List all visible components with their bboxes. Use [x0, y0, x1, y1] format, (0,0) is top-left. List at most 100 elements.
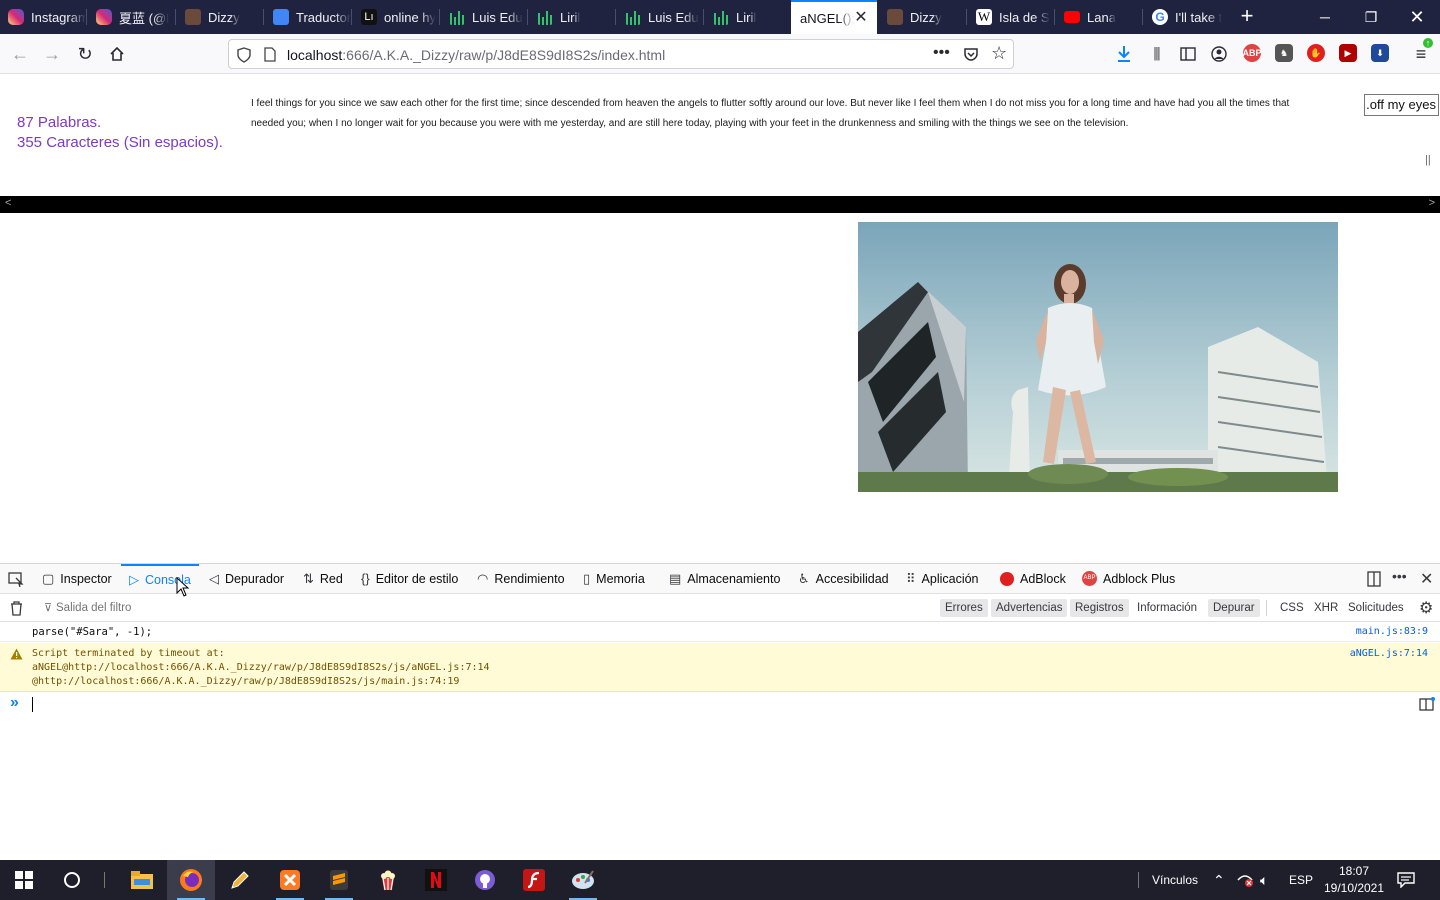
- adblock-extension-icon[interactable]: ✋: [1307, 44, 1325, 62]
- pocket-icon[interactable]: [963, 46, 979, 62]
- tab-almacenamiento[interactable]: ▤ Almacenamiento: [669, 564, 780, 593]
- filter-informacion[interactable]: Información: [1132, 599, 1202, 617]
- editor-mode-icon[interactable]: [1419, 697, 1435, 712]
- sublime-text-icon[interactable]: [315, 860, 363, 900]
- reload-icon[interactable]: ↻: [73, 42, 97, 66]
- popcorn-app-icon[interactable]: [364, 860, 412, 900]
- new-tab-plus-icon[interactable]: +: [1236, 5, 1258, 27]
- tab-adblock-plus[interactable]: ABP Adblock Plus: [1082, 564, 1175, 593]
- filter-xhr[interactable]: XHR: [1309, 599, 1343, 617]
- memory-icon: ▯: [583, 570, 591, 586]
- log-source-link[interactable]: main.js:83:9: [1356, 626, 1428, 637]
- tab-instagram-2[interactable]: 夏蓝 (@l: [88, 0, 174, 34]
- tab-memoria[interactable]: ▯ Memoria: [583, 564, 645, 593]
- search-circle-icon[interactable]: [48, 860, 96, 900]
- filter-errores[interactable]: Errores: [940, 599, 988, 617]
- horizontal-scroll-bar[interactable]: < >: [0, 196, 1440, 213]
- tab-angel-active[interactable]: aNGEL(); ✕: [791, 0, 877, 34]
- filter-advertencias[interactable]: Advertencias: [991, 599, 1068, 617]
- tab-instagram[interactable]: Instagram: [0, 0, 86, 34]
- account-icon[interactable]: [1211, 46, 1227, 62]
- tab-editor-de-estilo[interactable]: {} Editor de estilo: [361, 564, 458, 593]
- trash-icon[interactable]: [10, 601, 23, 616]
- library-icon[interactable]: ⫼: [1145, 42, 1169, 66]
- windows-start-icon[interactable]: [0, 860, 48, 900]
- tab-luis-edu-2[interactable]: Luis Edu: [617, 0, 703, 34]
- tab-liril[interactable]: Liril: [529, 0, 615, 34]
- gauge-icon: ◠: [477, 570, 489, 586]
- web-page-content: 87 Palabras. 355 Caracteres (Sin espacio…: [0, 74, 1440, 563]
- download-extension-icon[interactable]: ⬇: [1371, 44, 1389, 62]
- warning-source-link[interactable]: aNGEL.js:7:14: [1350, 648, 1428, 659]
- tab-dizzy[interactable]: Dizzy: [177, 0, 263, 34]
- close-window-icon[interactable]: ✕: [1394, 0, 1440, 34]
- tab-rendimiento[interactable]: ◠ Rendimiento: [477, 564, 565, 593]
- tab-adblock[interactable]: AdBlock: [1000, 564, 1066, 593]
- warning-message: Script terminated by timeout at: aNGEL@h…: [32, 648, 490, 687]
- language-indicator[interactable]: ESP: [1289, 860, 1313, 900]
- xampp-icon[interactable]: [266, 860, 314, 900]
- tab-depurador[interactable]: ◁ Depurador: [209, 564, 284, 593]
- scroll-right-arrow[interactable]: >: [1429, 197, 1435, 209]
- tab-inspector[interactable]: ▢ Inspector: [42, 564, 112, 593]
- filter-output-input[interactable]: [56, 599, 356, 617]
- netflix-icon[interactable]: [412, 860, 460, 900]
- tab-lana[interactable]: Lana: [1056, 0, 1142, 34]
- home-icon[interactable]: [105, 42, 129, 66]
- console-input-caret[interactable]: [32, 697, 33, 712]
- tab-aplicacion[interactable]: ⠿ Aplicación: [906, 564, 979, 593]
- tab-google[interactable]: G I'll take t: [1144, 0, 1230, 34]
- tab-red[interactable]: ⇅ Red: [303, 564, 343, 593]
- back-arrow-icon[interactable]: ←: [8, 42, 32, 66]
- chevron-up-icon[interactable]: ⌃: [1213, 860, 1225, 900]
- github-icon[interactable]: [461, 860, 509, 900]
- tab-isla[interactable]: W Isla de S: [968, 0, 1054, 34]
- settings-gear-icon[interactable]: ⚙: [1419, 598, 1433, 618]
- filter-depurar[interactable]: Depurar: [1208, 599, 1260, 617]
- filter-registros[interactable]: Registros: [1070, 599, 1129, 617]
- close-tab-icon[interactable]: ✕: [853, 10, 869, 26]
- page-icon[interactable]: [264, 47, 276, 62]
- tab-online[interactable]: Lı online hy: [353, 0, 439, 34]
- pencil-favicon-icon: [185, 9, 201, 25]
- youtube-extension-icon[interactable]: ▶: [1339, 44, 1357, 62]
- close-devtools-icon[interactable]: ✕: [1420, 569, 1433, 589]
- devtools-panel: ▢ Inspector ▷ Consola ◁ Depurador ⇅ Red {} Ed…: [0, 563, 1440, 860]
- tab-accesibilidad[interactable]: ♿ Accesibilidad: [798, 564, 889, 593]
- tab-dizzy-2[interactable]: Dizzy: [879, 0, 965, 34]
- browser-tab-strip: Instagram 夏蓝 (@l Dizzy Traductor Lı onli…: [0, 0, 1440, 34]
- clock[interactable]: 18:07 19/10/2021: [1322, 860, 1386, 900]
- minimize-icon[interactable]: ─: [1302, 0, 1348, 34]
- element-picker-icon[interactable]: [8, 572, 24, 587]
- page-actions-dots-icon[interactable]: •••: [933, 44, 950, 62]
- download-icon[interactable]: [1116, 45, 1132, 63]
- restore-icon[interactable]: ❐: [1348, 0, 1394, 34]
- volume-icon[interactable]: 🔈︎: [1260, 860, 1268, 900]
- shield-icon[interactable]: [237, 47, 251, 63]
- filter-solicitudes[interactable]: Solicitudes: [1343, 599, 1409, 617]
- abp-extension-icon[interactable]: ABP: [1243, 44, 1262, 62]
- pencil-app-icon[interactable]: [216, 860, 264, 900]
- bookmark-star-icon[interactable]: ☆: [991, 43, 1007, 64]
- network-tray-icon[interactable]: [1236, 860, 1254, 900]
- scroll-left-arrow[interactable]: <: [5, 197, 11, 209]
- paint-palette-icon[interactable]: [559, 860, 607, 900]
- url-text[interactable]: localhost:666/A.K.A._Dizzy/raw/p/J8dE8S9…: [287, 47, 665, 63]
- tab-liril-2[interactable]: Liril: [705, 0, 791, 34]
- firefox-taskbar-icon[interactable]: [167, 860, 215, 900]
- dock-side-icon[interactable]: [1367, 571, 1381, 587]
- more-options-dots-icon[interactable]: •••: [1392, 568, 1407, 584]
- links-toolbar-label[interactable]: Vínculos: [1152, 860, 1198, 900]
- file-explorer-icon[interactable]: [118, 860, 166, 900]
- flash-icon[interactable]: [510, 860, 558, 900]
- filter-icon: ⊽: [44, 602, 53, 614]
- chart-bars-favicon-icon: [626, 11, 640, 25]
- filter-css[interactable]: CSS: [1275, 599, 1309, 617]
- notification-center-icon[interactable]: [1397, 860, 1415, 900]
- tab-luis-edu[interactable]: Luis Edu: [441, 0, 527, 34]
- url-bar[interactable]: localhost:666/A.K.A._Dizzy/raw/p/J8dE8S9…: [228, 39, 1014, 69]
- sidebar-icon[interactable]: [1180, 47, 1196, 61]
- puzzle-extension-icon[interactable]: ♞: [1275, 44, 1293, 62]
- tab-traductor[interactable]: Traductor: [265, 0, 351, 34]
- forward-arrow-icon[interactable]: →: [40, 42, 64, 66]
